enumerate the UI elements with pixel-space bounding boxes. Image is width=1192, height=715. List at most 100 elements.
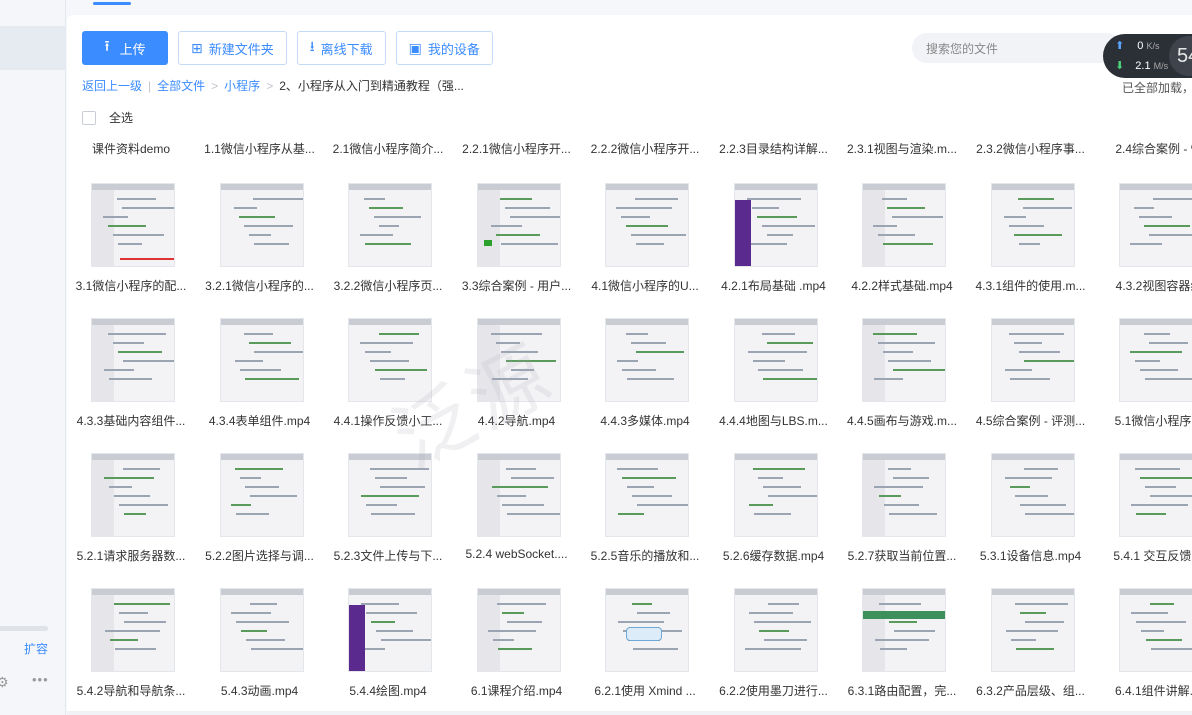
file-name: 5.2.4 webSocket.... xyxy=(465,547,568,561)
video-file-item[interactable]: 3.2.1微信小程序的... xyxy=(196,183,324,313)
arrow-up-icon: ⬆ xyxy=(1115,40,1125,52)
file-name: 4.4.1操作反馈小工... xyxy=(333,414,443,428)
file-name: 6.1课程介绍.mp4 xyxy=(470,684,563,698)
file-name: 5.3.1设备信息.mp4 xyxy=(979,549,1082,563)
file-name: 5.1微信小程序的 xyxy=(1114,414,1192,428)
video-file-item[interactable]: 4.4.1操作反馈小工... xyxy=(324,318,452,448)
video-file-item[interactable]: 4.4.2导航.mp4 xyxy=(453,318,581,448)
folder-item[interactable]: 2.3.2微信小程序事... xyxy=(967,140,1095,160)
sidebar-active-item[interactable] xyxy=(0,26,66,70)
video-file-item[interactable]: 4.1微信小程序的U... xyxy=(581,183,709,313)
video-thumbnail xyxy=(219,588,304,672)
video-file-item[interactable]: 6.2.2使用墨刀进行... xyxy=(710,588,838,715)
file-name: 2.2.1微信小程序开... xyxy=(462,142,571,156)
more-icon[interactable]: ••• xyxy=(32,672,49,687)
video-thumbnail xyxy=(990,588,1075,672)
video-thumbnail xyxy=(862,588,946,672)
file-name: 4.5综合案例 - 评测... xyxy=(975,414,1086,428)
folder-item[interactable]: 1.1微信小程序从基... xyxy=(196,140,324,160)
video-file-item[interactable]: 4.4.3多媒体.mp4 xyxy=(581,318,709,448)
video-thumbnail xyxy=(1119,453,1192,537)
file-name: 5.2.1请求服务器数... xyxy=(76,549,186,563)
video-thumbnail xyxy=(91,318,175,402)
gear-icon[interactable]: ⚙ xyxy=(0,674,9,691)
video-file-item[interactable]: 5.2.4 webSocket.... xyxy=(453,453,581,583)
folder-item[interactable]: 课件资料demo xyxy=(67,140,195,160)
storage-quota-bar xyxy=(0,626,48,631)
active-tab-indicator xyxy=(93,2,131,5)
file-name: 6.2.1使用 Xmind ... xyxy=(594,684,696,698)
file-name: 4.3.3基础内容组件... xyxy=(76,414,186,428)
file-name: 3.1微信小程序的配... xyxy=(75,279,187,293)
file-name: 4.2.1布局基础 .mp4 xyxy=(721,279,826,293)
file-name: 5.4.4绘图.mp4 xyxy=(349,684,427,698)
folder-item[interactable]: 2.1微信小程序简介... xyxy=(324,140,452,160)
video-file-item[interactable]: 5.2.6缓存数据.mp4 xyxy=(710,453,838,583)
video-file-item[interactable]: 5.2.2图片选择与调... xyxy=(196,453,324,583)
video-file-item[interactable]: 4.5综合案例 - 评测... xyxy=(967,318,1095,448)
video-file-item[interactable]: 5.2.1请求服务器数... xyxy=(67,453,195,583)
file-name: 5.4.1 交互反馈.m xyxy=(1113,549,1192,563)
expand-storage-link[interactable]: 扩容 xyxy=(24,640,48,657)
video-file-item[interactable]: 4.2.2样式基础.mp4 xyxy=(838,183,966,313)
video-thumbnail xyxy=(990,453,1075,537)
video-file-item[interactable]: 6.2.1使用 Xmind ... xyxy=(581,588,709,715)
file-name: 4.2.2样式基础.mp4 xyxy=(851,279,953,293)
video-file-item[interactable]: 5.1微信小程序的 xyxy=(1095,318,1192,448)
video-file-item[interactable]: 4.3.3基础内容组件... xyxy=(67,318,195,448)
video-file-item[interactable]: 4.2.1布局基础 .mp4 xyxy=(710,183,838,313)
folder-item[interactable]: 2.4综合案例 - 快 xyxy=(1095,140,1192,160)
video-file-item[interactable]: 6.1课程介绍.mp4 xyxy=(453,588,581,715)
video-file-item[interactable]: 4.3.4表单组件.mp4 xyxy=(196,318,324,448)
video-file-item[interactable]: 5.2.5音乐的播放和... xyxy=(581,453,709,583)
video-file-item[interactable]: 4.4.4地图与LBS.m... xyxy=(710,318,838,448)
video-file-item[interactable]: 3.3综合案例 - 用户... xyxy=(453,183,581,313)
folder-item[interactable]: 2.3.1视图与渲染.m... xyxy=(838,140,966,160)
horizontal-scrollbar[interactable] xyxy=(67,711,1192,715)
upload-speed: ⬆ 0 K/s xyxy=(1115,40,1160,52)
video-thumbnail xyxy=(348,588,432,672)
file-name: 2.3.1视图与渲染.m... xyxy=(846,142,958,156)
download-speed: ⬇ 2.1 M/s xyxy=(1115,60,1169,72)
video-file-item[interactable]: 5.4.2导航和导航条... xyxy=(67,588,195,715)
file-name: 5.2.2图片选择与调... xyxy=(205,549,314,563)
video-file-item[interactable]: 4.3.1组件的使用.m... xyxy=(967,183,1095,313)
video-thumbnail xyxy=(862,318,946,402)
video-thumbnail xyxy=(1119,183,1192,267)
video-thumbnail xyxy=(348,183,432,267)
video-file-item[interactable]: 6.3.1路由配置，完... xyxy=(838,588,966,715)
file-name: 5.2.7获取当前位置... xyxy=(847,549,957,563)
video-thumbnail xyxy=(91,588,175,672)
video-file-item[interactable]: 4.4.5画布与游戏.m... xyxy=(838,318,966,448)
folder-item[interactable]: 2.2.3目录结构详解... xyxy=(710,140,838,160)
video-file-item[interactable]: 6.4.1组件讲解.m xyxy=(1095,588,1192,715)
progress-badge: 54 xyxy=(1169,36,1192,76)
file-name: 1.1微信小程序从基... xyxy=(204,142,315,156)
video-file-item[interactable]: 5.2.7获取当前位置... xyxy=(838,453,966,583)
file-grid: 课件资料demo 1.1微信小程序从基... 2.1微信小程序简介... 2.2.1微… xyxy=(67,15,1192,715)
speed-widget[interactable]: ⬆ 0 K/s ⬇ 2.1 M/s 54 xyxy=(1103,34,1192,78)
video-file-item[interactable]: 5.4.1 交互反馈.m xyxy=(1095,453,1192,583)
file-name: 2.1微信小程序简介... xyxy=(332,142,444,156)
file-name: 5.2.6缓存数据.mp4 xyxy=(722,549,825,563)
folder-item[interactable]: 2.2.2微信小程序开... xyxy=(581,140,709,160)
file-name: 5.4.3动画.mp4 xyxy=(220,684,299,698)
file-name: 5.2.5音乐的播放和... xyxy=(590,549,700,563)
video-file-item[interactable]: 5.3.1设备信息.mp4 xyxy=(967,453,1095,583)
file-name: 4.1微信小程序的U... xyxy=(591,279,699,293)
arrow-down-icon: ⬇ xyxy=(1115,60,1125,72)
video-file-item[interactable]: 5.2.3文件上传与下... xyxy=(324,453,452,583)
video-file-item[interactable]: 5.4.4绘图.mp4 xyxy=(324,588,452,715)
video-file-item[interactable]: 5.4.3动画.mp4 xyxy=(196,588,324,715)
video-file-item[interactable]: 6.3.2产品层级、组... xyxy=(967,588,1095,715)
video-file-item[interactable]: 3.2.2微信小程序页... xyxy=(324,183,452,313)
video-thumbnail xyxy=(605,588,689,672)
video-file-item[interactable]: 3.1微信小程序的配... xyxy=(67,183,195,313)
file-name: 2.4综合案例 - 快 xyxy=(1115,142,1192,156)
video-file-item[interactable]: 4.3.2视图容器组 xyxy=(1095,183,1192,313)
file-name: 6.4.1组件讲解.m xyxy=(1114,684,1192,698)
folder-item[interactable]: 2.2.1微信小程序开... xyxy=(453,140,581,160)
file-name: 4.3.2视图容器组 xyxy=(1115,279,1192,293)
file-name: 6.3.1路由配置，完... xyxy=(847,684,957,698)
video-thumbnail xyxy=(605,183,689,267)
